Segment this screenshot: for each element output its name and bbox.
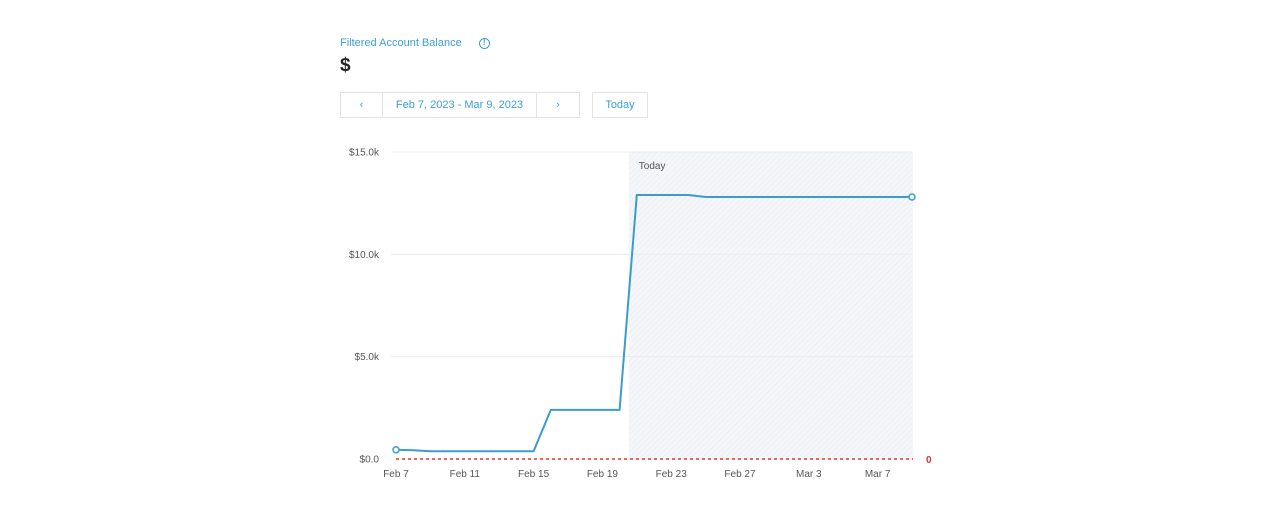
y-axis: $0.0 $5.0k $10.0k $15.0k <box>349 148 380 466</box>
series-end-point[interactable] <box>908 193 916 201</box>
x-tick-label: Feb 11 <box>450 469 481 480</box>
x-tick-label: Mar 7 <box>865 469 891 480</box>
x-tick-label: Feb 27 <box>724 469 756 480</box>
y-tick-label: $5.0k <box>355 352 380 363</box>
y-tick-label: $10.0k <box>349 250 380 261</box>
y-tick-label: $15.0k <box>349 148 380 159</box>
balance-line-chart: $0.0$5.0k$10.0k$15.0k Feb 7 Feb 11 Feb 15 F… <box>349 148 932 481</box>
x-axis: Feb 7 Feb 11 Feb 15 Feb 19 Feb 23 Feb 27 Mar 3… <box>383 469 891 480</box>
zero-threshold-label: 0 <box>926 455 932 466</box>
x-tick-label: Feb 7 <box>383 469 409 480</box>
x-tick-label: Feb 15 <box>518 469 550 480</box>
today-marker-label: Today <box>639 161 666 172</box>
x-tick-label: Mar 3 <box>796 469 822 480</box>
x-tick-label: Feb 23 <box>656 469 688 480</box>
future-region <box>628 152 913 459</box>
series-start-point[interactable] <box>392 446 400 454</box>
x-tick-label: Feb 19 <box>587 469 619 480</box>
y-tick-label: $0.0 <box>360 455 380 466</box>
